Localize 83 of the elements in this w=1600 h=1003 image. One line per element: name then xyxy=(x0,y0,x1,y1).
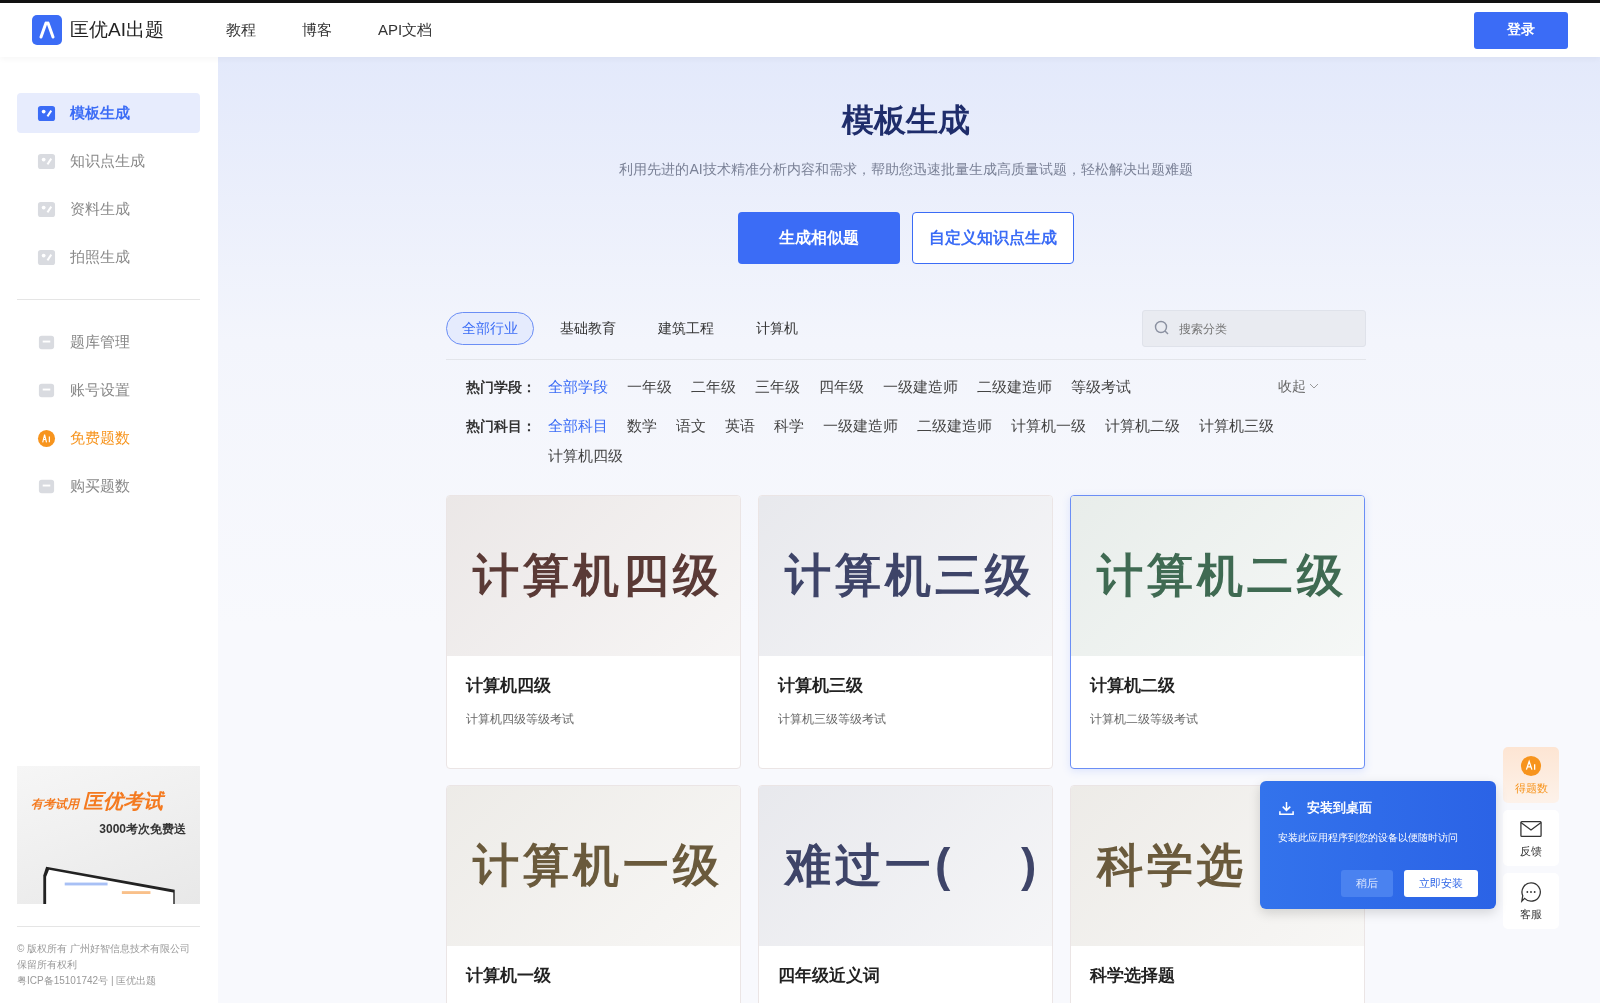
ai-badge-icon xyxy=(37,428,56,448)
filter-option[interactable]: 二年级 xyxy=(691,372,736,402)
filter-option[interactable]: 一级建造师 xyxy=(823,411,898,441)
filter-label: 热门学段： xyxy=(466,378,537,397)
card-description: 计算机二级等级考试 xyxy=(1090,711,1199,728)
banner-text: 计算机二级 xyxy=(1097,548,1347,603)
page-title: 模板生成 xyxy=(842,101,970,140)
filter-option[interactable]: 科学 xyxy=(774,411,804,441)
card-title: 科学选择题 xyxy=(1090,965,1176,987)
card-title: 计算机二级 xyxy=(1090,675,1176,697)
menu-icon xyxy=(37,199,56,219)
logo-text: 匡优AI出题 xyxy=(70,18,164,42)
sidebar-item[interactable]: 购买题数 xyxy=(17,466,200,506)
generate-similar-button[interactable]: 生成相似题 xyxy=(738,212,900,264)
nav-link[interactable]: 教程 xyxy=(225,20,256,40)
filter-option[interactable]: 全部科目 xyxy=(548,411,608,441)
login-button[interactable]: 登录 xyxy=(1474,11,1568,49)
float-tool[interactable]: 反馈 xyxy=(1503,810,1559,866)
filter-option[interactable]: 语文 xyxy=(676,411,706,441)
nav-link[interactable]: 博客 xyxy=(301,20,332,40)
banner-text: 难过一( ) xyxy=(785,838,1041,893)
collapse-toggle[interactable]: 收起 xyxy=(1278,372,1319,400)
card-title: 四年级近义词 xyxy=(778,965,881,987)
exam-card[interactable]: 计算机四级 计算机四级 计算机四级等级考试 xyxy=(446,495,741,769)
filter-option[interactable]: 三年级 xyxy=(755,372,800,402)
filter-option[interactable]: 计算机一级 xyxy=(1011,411,1086,441)
page-subtitle: 利用先进的AI技术精准分析内容和需求，帮助您迅速批量生成高质量试题，轻松解决出题难题 xyxy=(619,161,1193,179)
category-tab[interactable]: 基础教育 xyxy=(544,312,632,345)
filter-option[interactable]: 计算机二级 xyxy=(1105,411,1180,441)
sidebar-item[interactable]: 知识点生成 xyxy=(17,141,200,181)
logo-icon xyxy=(32,15,62,45)
ad-tagline: 有考试用 xyxy=(31,796,79,813)
exam-card[interactable]: 计算机三级 计算机三级 计算机三级等级考试 xyxy=(758,495,1053,769)
filter-label: 热门科目： xyxy=(466,417,537,436)
sidebar-item[interactable]: 题库管理 xyxy=(17,322,200,362)
card-description: 计算机三级等级考试 xyxy=(778,711,887,728)
category-tab[interactable]: 全部行业 xyxy=(446,312,534,345)
filter-option[interactable]: 计算机四级 xyxy=(548,441,623,471)
card-title: 计算机四级 xyxy=(466,675,552,697)
chat-icon xyxy=(1520,880,1542,903)
filter-option[interactable]: 一级建造师 xyxy=(883,372,958,402)
exam-card[interactable]: 计算机一级 计算机一级 xyxy=(446,785,741,1003)
promo-banner[interactable]: 有考试用 匡优考试 3000考次免费送 xyxy=(17,766,200,904)
menu-icon xyxy=(37,247,56,267)
install-button[interactable]: 立即安装 xyxy=(1404,870,1478,897)
filter-option[interactable]: 计算机三级 xyxy=(1199,411,1274,441)
menu-icon xyxy=(37,103,56,123)
search-icon xyxy=(1154,320,1170,336)
filter-option[interactable]: 英语 xyxy=(725,411,755,441)
category-tab[interactable]: 建筑工程 xyxy=(642,312,730,345)
footer-text: © 版权所有 广州好智信息技术有限公司 xyxy=(17,942,191,956)
exam-card[interactable]: 难过一( ) 四年级近义词 xyxy=(758,785,1053,1003)
sidebar-item[interactable]: 资料生成 xyxy=(17,189,200,229)
category-tab[interactable]: 计算机 xyxy=(740,312,814,345)
footer-text: 粤ICP备15101742号 | 匡优出题 xyxy=(17,974,158,988)
filter-option[interactable]: 全部学段 xyxy=(548,372,608,402)
card-description: 计算机四级等级考试 xyxy=(466,711,575,728)
custom-knowledge-button[interactable]: 自定义知识点生成 xyxy=(912,212,1074,264)
footer-text: 保留所有权利 xyxy=(17,958,78,972)
filter-option[interactable]: 二级建造师 xyxy=(917,411,992,441)
banner-text: 科学选 xyxy=(1097,838,1247,893)
sidebar-item[interactable]: 拍照生成 xyxy=(17,237,200,277)
ai-badge-icon xyxy=(1520,754,1542,777)
card-title: 计算机一级 xyxy=(466,965,552,987)
float-tool[interactable]: 客服 xyxy=(1503,873,1559,929)
chevron-icon xyxy=(1309,383,1319,389)
banner-text: 计算机三级 xyxy=(785,548,1035,603)
exam-card[interactable]: 计算机二级 计算机二级 计算机二级等级考试 xyxy=(1070,495,1365,769)
menu-icon xyxy=(37,151,56,171)
filter-option[interactable]: 四年级 xyxy=(819,372,864,402)
banner-text: 计算机一级 xyxy=(473,838,723,893)
sidebar-item[interactable]: 模板生成 xyxy=(17,93,200,133)
nav-link[interactable]: API文档 xyxy=(377,20,433,40)
filter-option[interactable]: 数学 xyxy=(627,411,657,441)
banner-text: 计算机四级 xyxy=(473,548,723,603)
filter-option[interactable]: 等级考试 xyxy=(1071,372,1131,402)
filter-option[interactable]: 一年级 xyxy=(627,372,672,402)
sidebar-item[interactable]: 账号设置 xyxy=(17,370,200,410)
download-icon xyxy=(1278,799,1295,817)
ad-offer: 3000考次免费送 xyxy=(99,821,186,838)
filter-option[interactable]: 二级建造师 xyxy=(977,372,1052,402)
search-field[interactable]: 搜索分类 xyxy=(1142,310,1366,347)
card-title: 计算机三级 xyxy=(778,675,864,697)
